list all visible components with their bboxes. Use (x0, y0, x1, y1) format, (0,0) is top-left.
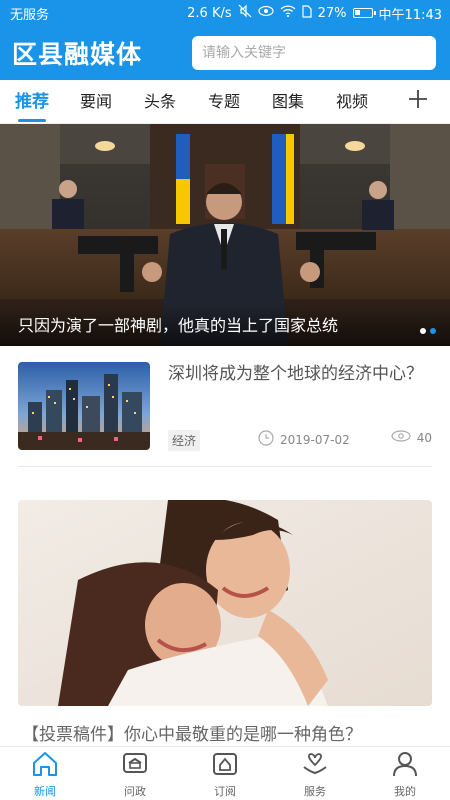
news-thumbnail (18, 362, 150, 450)
news-item[interactable]: 深圳将成为整个地球的经济中心？ 经济 2019-07-02 40 (18, 362, 432, 454)
network-speed: 2.6 K/s (187, 5, 232, 21)
tab-top-stories[interactable]: 头条 (128, 80, 192, 124)
view-count: 40 (416, 430, 432, 445)
tab-topics[interactable]: 专题 (192, 80, 256, 124)
wifi-icon (280, 5, 296, 21)
home-icon (31, 751, 59, 781)
eye-icon (391, 430, 411, 445)
status-bar: 无服务 2.6 K/s 27% 中午11:43 (0, 0, 450, 26)
status-icons: 2.6 K/s 27% 中午11:43 (187, 4, 442, 23)
carrier-label: 无服务 (10, 7, 50, 23)
user-icon (391, 751, 419, 781)
news-cover-image[interactable] (18, 500, 432, 706)
nav-news[interactable]: 新闻 (0, 747, 90, 800)
app-title: 区县融媒体 (12, 40, 143, 69)
tab-recommend[interactable]: 推荐 (0, 80, 64, 124)
hero-title[interactable]: 只因为演了一部神剧，他真的当上了国家总统 (18, 312, 418, 336)
news-title[interactable]: 【投票稿件】你心中最敬重的是哪一种角色？ (22, 720, 442, 745)
hero-banner[interactable]: 只因为演了一部神剧，他真的当上了国家总统 (0, 124, 450, 346)
nav-subscribe[interactable]: 订阅 (180, 747, 270, 800)
nav-label: 订阅 (214, 784, 236, 798)
eye-icon (258, 5, 274, 21)
nav-label: 我的 (394, 784, 416, 798)
top-bar: 无服务 2.6 K/s 27% 中午11:43 区县融媒体 (0, 0, 450, 80)
tab-gallery[interactable]: 图集 (256, 80, 320, 124)
chat-icon (121, 751, 149, 781)
views-group: 40 (391, 430, 432, 445)
nav-profile[interactable]: 我的 (360, 747, 450, 800)
news-meta: 经济 2019-07-02 40 (168, 430, 432, 451)
sim-icon (302, 4, 312, 22)
service-icon (301, 751, 329, 781)
carousel-dot[interactable] (420, 328, 426, 334)
nav-label: 新闻 (34, 784, 56, 798)
clock-icon (258, 430, 274, 449)
battery-icon (352, 8, 376, 18)
tab-video[interactable]: 视频 (320, 80, 384, 124)
nav-service[interactable]: 服务 (270, 747, 360, 800)
mute-icon (238, 4, 252, 22)
subscribe-icon (211, 751, 239, 781)
nav-inquiry[interactable]: 问政 (90, 747, 180, 800)
carousel-dot-active[interactable] (430, 328, 436, 334)
tab-headlines-news[interactable]: 要闻 (64, 80, 128, 124)
plus-icon[interactable] (408, 88, 428, 114)
carousel-indicator (420, 328, 436, 334)
divider (18, 466, 432, 467)
news-title[interactable]: 深圳将成为整个地球的经济中心？ (168, 362, 432, 387)
bottom-nav: 新闻 问政 订阅 服务 我的 (0, 746, 450, 800)
nav-label: 问政 (124, 784, 146, 798)
app-header: 区县融媒体 (0, 26, 450, 80)
category-tabs: 推荐 要闻 头条 专题 图集 视频 (0, 80, 450, 124)
search-input[interactable] (192, 36, 436, 70)
category-tag[interactable]: 经济 (168, 430, 201, 451)
nav-label: 服务 (304, 784, 326, 798)
clock: 中午11:43 (378, 7, 442, 23)
date-group: 2019-07-02 (258, 430, 350, 449)
battery-percent: 27% (317, 5, 347, 21)
publish-date: 2019-07-02 (280, 432, 350, 447)
